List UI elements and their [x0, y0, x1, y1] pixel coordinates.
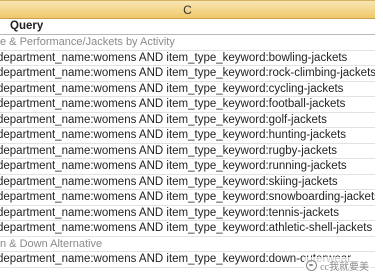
- query-cell[interactable]: department_name:womens AND item_type_key…: [0, 128, 375, 144]
- watermark: cc我就要美: [304, 257, 371, 274]
- section-label-cell[interactable]: e & Performance/Jackets by Activity: [0, 35, 375, 51]
- query-cell[interactable]: department_name:womens AND item_type_key…: [0, 82, 375, 97]
- query-cell[interactable]: department_name:womens AND item_type_key…: [0, 113, 375, 128]
- query-cell[interactable]: department_name:womens AND item_type_key…: [0, 175, 375, 190]
- sheet-right-margin: [375, 0, 383, 276]
- query-cell[interactable]: department_name:womens AND item_type_key…: [0, 144, 375, 159]
- query-header-cell[interactable]: Query: [0, 19, 375, 35]
- section-label-cell[interactable]: n & Down Alternative: [0, 237, 375, 252]
- query-cell[interactable]: department_name:womens AND item_type_key…: [0, 221, 375, 237]
- watermark-text: cc我就要美: [320, 262, 369, 273]
- query-cell[interactable]: department_name:womens AND item_type_key…: [0, 190, 375, 206]
- query-column: Query e & Performance/Jackets by Activit…: [0, 19, 375, 268]
- spreadsheet: C Query e & Performance/Jackets by Activ…: [0, 0, 375, 276]
- column-header-c[interactable]: C: [0, 0, 375, 19]
- query-cell[interactable]: department_name:womens AND item_type_key…: [0, 97, 375, 113]
- query-cell[interactable]: department_name:womens AND item_type_key…: [0, 206, 375, 221]
- query-cell[interactable]: department_name:womens AND item_type_key…: [0, 66, 375, 82]
- chat-bubble-icon: [306, 260, 318, 271]
- query-cell[interactable]: department_name:womens AND item_type_key…: [0, 159, 375, 175]
- query-cell[interactable]: department_name:womens AND item_type_key…: [0, 51, 375, 66]
